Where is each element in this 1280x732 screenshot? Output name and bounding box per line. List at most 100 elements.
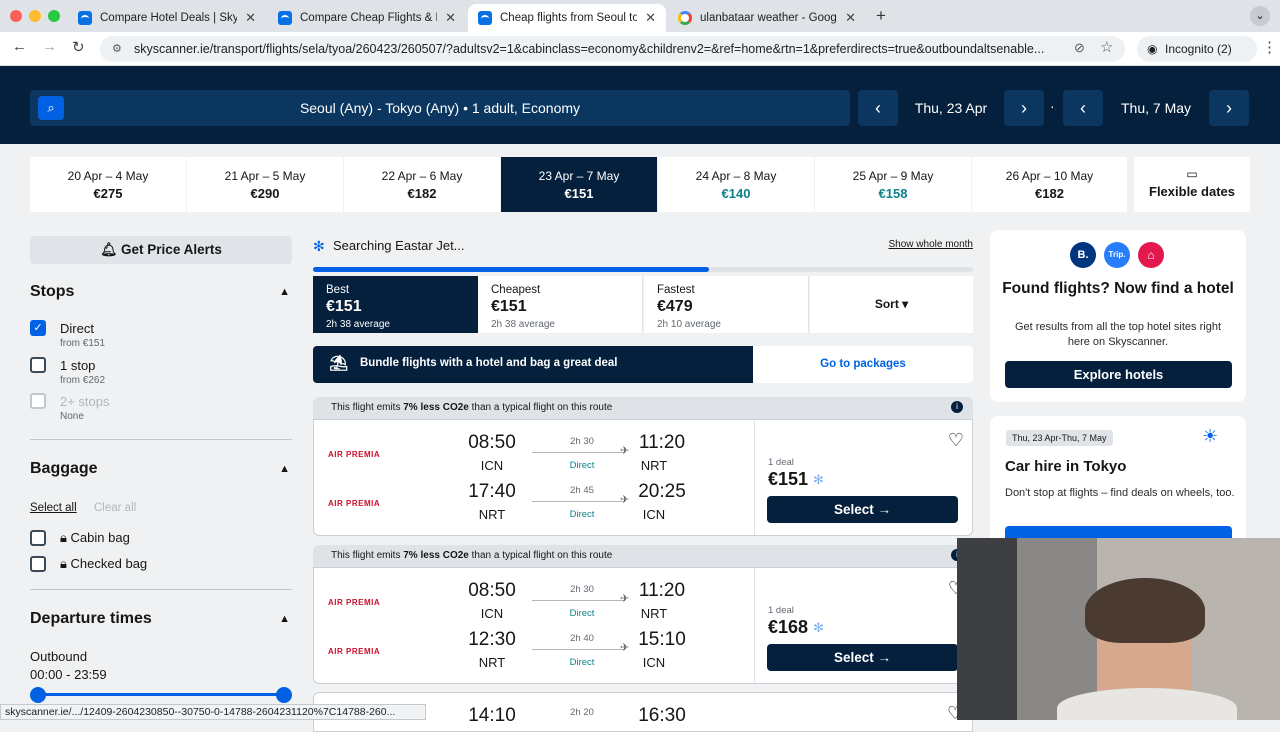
hotel-promo-body: Get results from all the top hotel sites… (1014, 321, 1222, 348)
emissions-note: This flight emits 7% less CO2e than a ty… (313, 397, 973, 419)
date-option-selected[interactable]: 23 Apr – 7 May €151 (501, 157, 657, 212)
skyscanner-icon (278, 11, 292, 25)
reload-icon[interactable]: ↻ (72, 38, 85, 56)
bookmark-star-icon[interactable]: ☆ (1100, 38, 1113, 56)
search-summary-field[interactable]: ⌕ Seoul (Any) - Tokyo (Any) • 1 adult, E… (30, 90, 850, 126)
chevron-up-icon[interactable]: ▲ (279, 286, 290, 298)
eye-off-icon[interactable]: ⊘ (1074, 40, 1085, 56)
cabin-bag-checkbox[interactable] (30, 530, 46, 546)
one-stop-label: 1 stop (60, 358, 96, 373)
browser-tab[interactable]: ulanbataar weather - Google ✕ (668, 4, 866, 32)
select-button[interactable]: Select → (767, 644, 958, 671)
tab-search-icon[interactable]: ⌄ (1250, 6, 1270, 26)
back-icon[interactable]: ← (12, 38, 27, 55)
bundle-banner: ⛱ Bundle flights with a hotel and bag a … (313, 346, 973, 383)
depart-next-button[interactable]: › (1004, 90, 1044, 126)
date-option[interactable]: 22 Apr – 6 May €182 (344, 157, 500, 212)
date-option[interactable]: 26 Apr – 10 May €182 (972, 157, 1127, 212)
forward-icon[interactable]: → (42, 38, 57, 55)
depart-date[interactable]: Thu, 23 Apr (902, 90, 1000, 126)
return-date[interactable]: Thu, 7 May (1107, 90, 1205, 126)
plane-icon: ✈ (620, 642, 630, 654)
chevron-up-icon[interactable]: ▲ (279, 463, 290, 475)
address-bar[interactable]: ⚙ skyscanner.ie/transport/flights/sela/t… (100, 36, 1125, 62)
trip-logo: Trip. (1104, 242, 1130, 268)
bundle-text: ⛱ Bundle flights with a hotel and bag a … (313, 346, 753, 383)
depart-prev-button[interactable]: ‹ (858, 90, 898, 126)
direct-checkbox[interactable]: ✓ (30, 320, 46, 336)
date-option[interactable]: 21 Apr – 5 May €290 (187, 157, 343, 212)
tab-cheapest[interactable]: Cheapest €151 2h 38 average (478, 276, 643, 333)
divider (30, 439, 292, 440)
sort-dropdown[interactable]: Sort ▾ (810, 276, 973, 333)
flexible-dates-button[interactable]: ▭ Flexible dates (1134, 157, 1250, 212)
deal-count: 1 deal (768, 457, 794, 468)
heart-icon[interactable]: ♡ (948, 430, 964, 451)
new-tab-icon[interactable]: + (876, 6, 886, 26)
loading-spinner-icon: ✻ (813, 620, 824, 635)
airline-logo: AIR PREMIA (328, 598, 381, 607)
menu-icon[interactable]: ⋮ (1262, 38, 1277, 56)
departure-times-heading: Departure times (30, 610, 152, 627)
bell-icon: 🔔︎ (100, 242, 122, 257)
incognito-icon: ◉ (1147, 42, 1158, 56)
two-stops-price: None (60, 411, 84, 422)
tab-best[interactable]: Best €151 2h 38 average (313, 276, 478, 333)
flight-card[interactable]: AIR PREMIA 08:50 ICN 2h 30 ✈ Direct 11:2… (313, 567, 973, 684)
return-leg: AIR PREMIA 12:30 NRT 2h 40 ✈ Direct 15:1… (328, 629, 686, 670)
explore-hotels-button[interactable]: Explore hotels (1005, 361, 1232, 388)
checked-bag-checkbox[interactable] (30, 556, 46, 572)
lock-icon: 🔒︎ (60, 556, 67, 571)
info-icon[interactable]: i (951, 401, 963, 413)
outbound-leg: AIR PREMIA 08:50 ICN 2h 30 ✈ Direct 11:2… (328, 432, 686, 473)
browser-tab-active[interactable]: Cheap flights from Seoul to To✕ (468, 4, 666, 32)
flight-card[interactable]: AIR PREMIA 08:50 ICN 2h 30 ✈ Direct 11:2… (313, 419, 973, 536)
tab-fastest[interactable]: Fastest €479 2h 10 average (644, 276, 809, 333)
cabin-bag-label: 🔒︎ Cabin bag (60, 530, 130, 545)
close-tab-icon[interactable]: ✕ (445, 10, 456, 26)
select-all-link[interactable]: Select all (30, 502, 77, 514)
incognito-indicator[interactable]: ◉ Incognito (2) (1137, 36, 1257, 62)
webcam-background (957, 538, 1017, 720)
search-banner: ⌕ Seoul (Any) - Tokyo (Any) • 1 adult, E… (0, 66, 1280, 144)
close-tab-icon[interactable]: ✕ (845, 10, 856, 26)
close-window-icon[interactable] (10, 10, 22, 22)
chevron-up-icon[interactable]: ▲ (279, 613, 290, 625)
date-option[interactable]: 25 Apr – 9 May €158 (815, 157, 971, 212)
two-stops-label: 2+ stops (60, 394, 110, 409)
caret-down-icon: ▾ (902, 297, 909, 311)
whole-month-link[interactable]: Show whole month (889, 239, 974, 250)
clear-all-link[interactable]: Clear all (94, 502, 136, 514)
search-icon[interactable]: ⌕ (38, 96, 64, 120)
close-tab-icon[interactable]: ✕ (645, 10, 656, 26)
two-stops-checkbox[interactable] (30, 393, 46, 409)
webcam-overlay (957, 538, 1280, 720)
filters-sidebar: 🔔︎ Get Price Alerts Stops ▲ ✓ Direct fro… (30, 236, 292, 703)
baggage-heading: Baggage (30, 460, 98, 477)
route-line (532, 600, 624, 601)
go-to-packages-button[interactable]: Go to packages (753, 346, 973, 383)
return-next-button[interactable]: › (1209, 90, 1249, 126)
date-option[interactable]: 20 Apr – 4 May €275 (30, 157, 186, 212)
date-option[interactable]: 24 Apr – 8 May €140 (658, 157, 814, 212)
one-stop-checkbox[interactable] (30, 357, 46, 373)
browser-tab[interactable]: Compare Cheap Flights & Boo✕ (268, 4, 466, 32)
minimize-window-icon[interactable] (29, 10, 41, 22)
return-prev-button[interactable]: ‹ (1063, 90, 1103, 126)
deal-count: 1 deal (768, 605, 794, 616)
arrow-right-icon: → (877, 650, 892, 665)
url-text: skyscanner.ie/transport/flights/sela/tyo… (134, 42, 1045, 56)
slider-handle-end[interactable] (276, 687, 292, 703)
date-price-strip: 20 Apr – 4 May €275 21 Apr – 5 May €290 22… (30, 157, 1250, 212)
price-alerts-button[interactable]: 🔔︎ Get Price Alerts (30, 236, 292, 264)
maximize-window-icon[interactable] (48, 10, 60, 22)
site-info-icon[interactable]: ⚙ (112, 36, 122, 62)
loading-spinner-icon: ✻ (813, 472, 824, 487)
close-tab-icon[interactable]: ✕ (245, 10, 256, 26)
booking-logo: B. (1070, 242, 1096, 268)
plane-icon: ✈ (620, 494, 630, 506)
slider-handle-start[interactable] (30, 687, 46, 703)
select-button[interactable]: Select → (767, 496, 958, 523)
outbound-label: Outbound (30, 649, 88, 664)
browser-tab[interactable]: Compare Hotel Deals | Skysca✕ (68, 4, 266, 32)
